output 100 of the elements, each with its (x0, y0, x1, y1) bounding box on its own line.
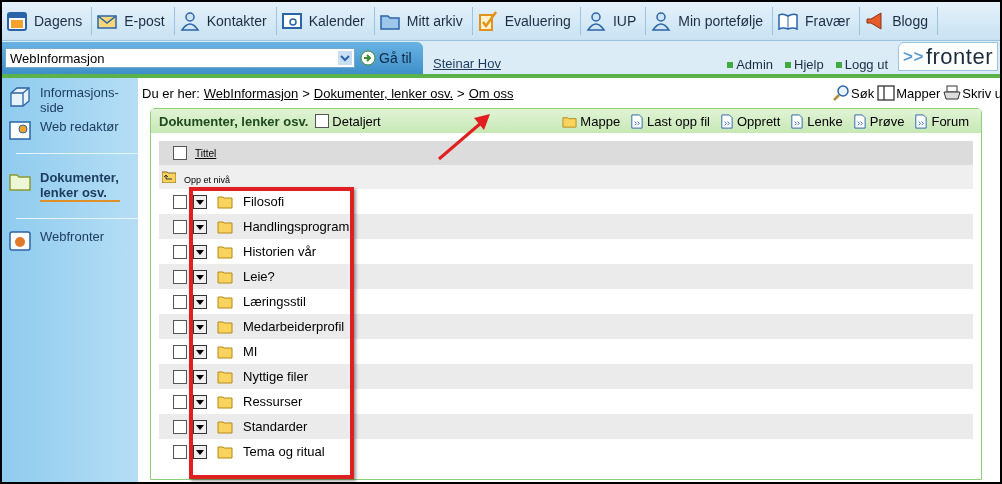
nav-link[interactable]: Kontakter (206, 13, 267, 29)
tool-link[interactable]: Søk (851, 85, 875, 101)
breadcrumb-link[interactable]: Dokumenter, lenker osv. (313, 85, 454, 101)
folder-icon (217, 419, 233, 434)
nav-link[interactable]: Fravær (805, 13, 851, 29)
folder-name[interactable]: Filosofi (243, 194, 285, 209)
caret-icon (338, 51, 352, 65)
cube-icon (8, 85, 32, 109)
printer-icon (943, 84, 962, 102)
checkbox-label: Detaljert (332, 113, 381, 129)
folder-name[interactable]: MI (243, 344, 258, 359)
folder-name[interactable]: Nyttige filer (243, 369, 309, 384)
checkbox[interactable] (173, 146, 187, 160)
nav-link[interactable]: Min portefølje (678, 13, 764, 29)
columns-icon (877, 84, 896, 102)
folder-name[interactable]: Historien vår (243, 244, 316, 259)
bullet-icon (835, 61, 842, 68)
breadcrumb-separator: > (302, 85, 310, 101)
folder-name[interactable]: Tema og ritual (243, 444, 325, 459)
dropdown-icon[interactable] (193, 194, 207, 209)
folder-icon (217, 444, 233, 459)
sidebar-item[interactable]: Web redaktør (2, 117, 138, 145)
checkbox[interactable] (173, 369, 187, 384)
action-link[interactable]: Forum (931, 113, 969, 129)
top-link[interactable]: Logg ut (844, 57, 889, 72)
checkbox[interactable] (173, 319, 187, 334)
sidebar-item[interactable]: Dokumenter, lenker osv. (2, 162, 138, 210)
folder-icon (217, 394, 233, 409)
book-icon (777, 10, 800, 32)
calendar-icon (6, 10, 28, 32)
folder-icon (217, 369, 233, 384)
dropdown-icon[interactable] (193, 219, 207, 234)
dropdown-icon[interactable] (193, 444, 207, 459)
checkbox[interactable] (173, 269, 187, 284)
nav-link[interactable]: Mitt arkiv (406, 13, 463, 29)
top-link[interactable]: Hjelp (794, 57, 824, 72)
bullet-icon (727, 61, 734, 68)
document-icon (913, 113, 929, 129)
column-header[interactable]: Tittel (195, 147, 217, 159)
breadcrumb-link[interactable]: WebInformasjon (203, 85, 299, 101)
go-button[interactable]: Gå til (358, 50, 414, 66)
nav-link[interactable]: E-post (124, 13, 165, 29)
checkbox[interactable] (315, 114, 330, 128)
folder-icon (217, 219, 233, 234)
checkbox[interactable] (173, 194, 187, 209)
folder-icon (217, 194, 233, 209)
breadcrumb-link[interactable]: Om oss (468, 85, 514, 101)
nav-link[interactable]: Kalender (308, 13, 365, 29)
folder-name[interactable]: Medarbeiderprofil (243, 319, 345, 334)
folder-name[interactable]: Leie? (243, 269, 275, 284)
checkbox[interactable] (173, 219, 187, 234)
sidebar-item[interactable]: Informasjons-side (2, 83, 138, 117)
folder-name[interactable]: Læringsstil (243, 294, 306, 309)
folder-icon (217, 344, 233, 359)
dropdown-icon[interactable] (193, 394, 207, 409)
nav-link[interactable]: Dagens (34, 13, 83, 29)
document-icon (851, 113, 867, 129)
folder-icon (217, 244, 233, 259)
breadcrumb-separator: > (457, 85, 465, 101)
window-icon (280, 10, 303, 32)
action-link[interactable]: Mappe (580, 113, 621, 129)
folder-name[interactable]: Ressurser (243, 394, 303, 409)
document-icon (789, 113, 805, 129)
folder-icon (217, 294, 233, 309)
dropdown-icon[interactable] (193, 244, 207, 259)
checkbox[interactable] (173, 394, 187, 409)
checkbox[interactable] (173, 294, 187, 309)
action-link[interactable]: Opprett (737, 113, 781, 129)
folder-icon (217, 319, 233, 334)
dropdown-icon[interactable] (193, 319, 207, 334)
action-link[interactable]: Prøve (869, 113, 905, 129)
user-link[interactable]: Steinar Hov (433, 56, 501, 71)
dropdown-icon[interactable] (193, 344, 207, 359)
document-icon (629, 113, 645, 129)
action-link[interactable]: Lenke (807, 113, 843, 129)
sidebar-item[interactable]: Webfronter (2, 227, 138, 255)
room-dropdown[interactable]: WebInformasjon (5, 48, 355, 68)
up-level-link[interactable]: Opp et nivå (184, 175, 231, 185)
checkmark-icon (476, 10, 499, 32)
nav-link[interactable]: IUP (612, 13, 637, 29)
nav-link[interactable]: Evaluering (504, 13, 571, 29)
folder-name[interactable]: Standarder (243, 419, 308, 434)
checkbox[interactable] (173, 344, 187, 359)
dropdown-icon[interactable] (193, 419, 207, 434)
breadcrumb-label: Du er her: (142, 85, 200, 101)
folder-name[interactable]: Handlingsprogram (243, 219, 350, 234)
document-icon (719, 113, 734, 129)
nav-link[interactable]: Blogg (892, 13, 928, 29)
folder-up-icon (162, 171, 176, 183)
bullet-icon (785, 61, 792, 68)
dropdown-icon[interactable] (193, 294, 207, 309)
dropdown-icon[interactable] (193, 369, 207, 384)
checkbox[interactable] (173, 444, 187, 459)
checkbox[interactable] (173, 419, 187, 434)
panel-title: Dokumenter, lenker osv. (159, 113, 309, 129)
dropdown-icon[interactable] (193, 269, 207, 284)
checkbox[interactable] (173, 244, 187, 259)
action-link[interactable]: Last opp fil (647, 113, 710, 129)
top-link[interactable]: Admin (736, 57, 774, 72)
tool-link[interactable]: Mapper (896, 85, 941, 101)
